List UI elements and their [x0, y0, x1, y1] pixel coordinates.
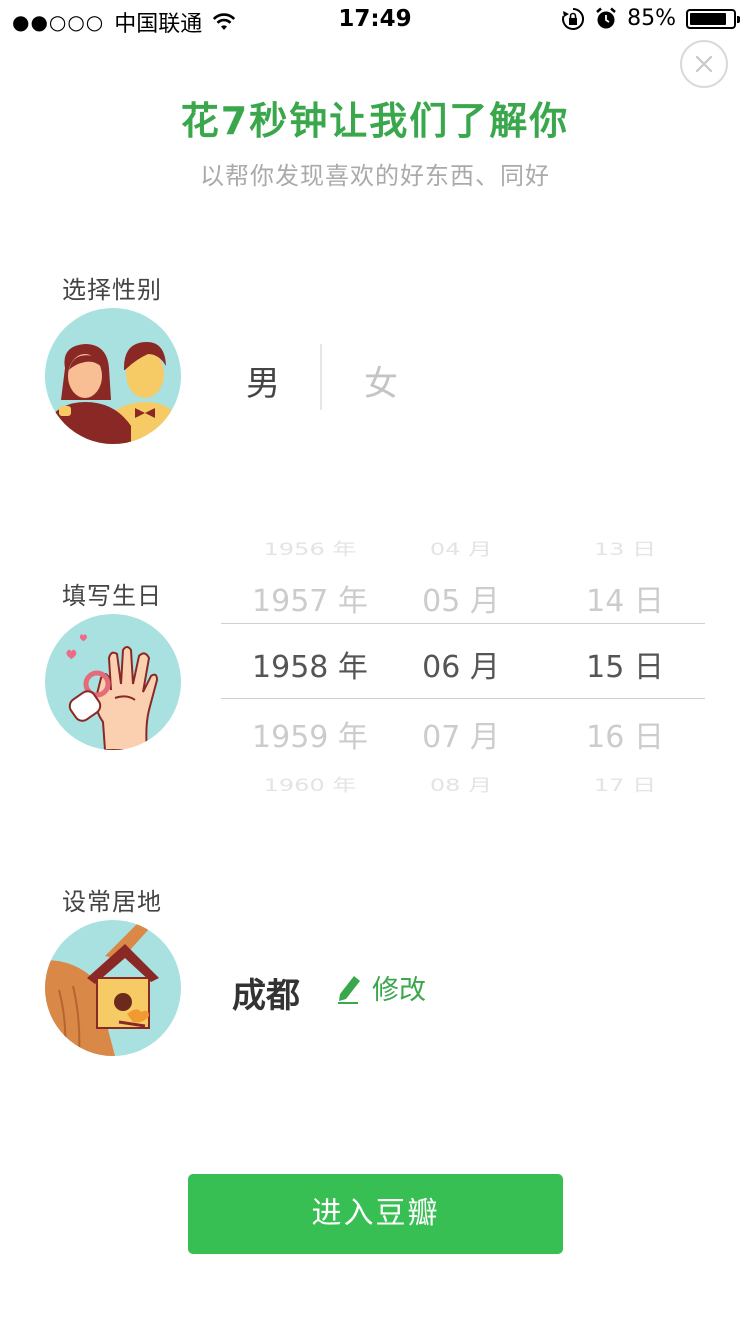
status-bar: ●●○○○ 中国联通 17:49 85% [0, 0, 750, 40]
close-button[interactable] [680, 40, 728, 88]
gender-female-option[interactable]: 女 [364, 356, 398, 405]
date-picker[interactable]: 1956 年 1957 年 1958 年 1959 年 1960 年 04 月 … [221, 526, 705, 794]
year-column[interactable]: 1956 年 1957 年 1958 年 1959 年 1960 年 [235, 526, 385, 794]
gender-male-option[interactable]: 男 [246, 356, 280, 405]
gender-section-label: 选择性别 [62, 276, 162, 304]
page-subtitle: 以帮你发现喜欢的好东西、同好 [200, 162, 550, 190]
pencil-icon [338, 975, 360, 1004]
enter-douban-button[interactable]: 进入豆瓣 [188, 1174, 563, 1254]
picker-row: 14 日 [586, 584, 664, 619]
location-avatar [45, 920, 181, 1056]
birdhouse-icon [45, 920, 159, 1056]
picker-row: 1959 年 [252, 720, 368, 755]
city-name: 成都 [232, 976, 300, 1016]
couple-icon [45, 342, 181, 444]
day-column[interactable]: 13 日 14 日 15 日 16 日 17 日 [575, 526, 675, 794]
picker-row: 13 日 [593, 539, 657, 560]
battery-fill [690, 12, 726, 25]
picker-row: 07 月 [422, 720, 500, 755]
picker-row-selected: 1958 年 [252, 650, 368, 685]
picker-row: 05 月 [422, 584, 500, 619]
gender-divider [320, 344, 322, 410]
page-title: 花7秒钟让我们了解你 [180, 99, 570, 143]
picker-row-selected: 15 日 [586, 650, 664, 685]
gender-avatar [45, 308, 181, 444]
edit-location-link[interactable]: 修改 [336, 968, 426, 1007]
baby-hand-icon [66, 634, 159, 750]
location-section-label: 设常居地 [62, 888, 162, 916]
battery-icon [686, 8, 740, 29]
picker-row: 1957 年 [252, 584, 368, 619]
alarm-icon [596, 7, 616, 28]
picker-row: 1956 年 [263, 539, 357, 560]
edit-label: 修改 [372, 975, 426, 1006]
month-column[interactable]: 04 月 05 月 06 月 07 月 08 月 [411, 526, 511, 794]
picker-row: 1960 年 [263, 775, 357, 794]
birthday-avatar [45, 614, 181, 750]
status-right: 85% [561, 6, 740, 31]
picker-row: 16 日 [586, 720, 664, 755]
picker-row-selected: 06 月 [422, 650, 500, 685]
birthday-section-label: 填写生日 [62, 582, 162, 610]
battery-percent: 85% [627, 6, 676, 31]
picker-row: 04 月 [429, 539, 493, 560]
picker-row: 17 日 [593, 775, 657, 794]
close-icon [695, 55, 713, 73]
picker-row: 08 月 [429, 775, 493, 794]
rotation-lock-icon [562, 7, 585, 30]
